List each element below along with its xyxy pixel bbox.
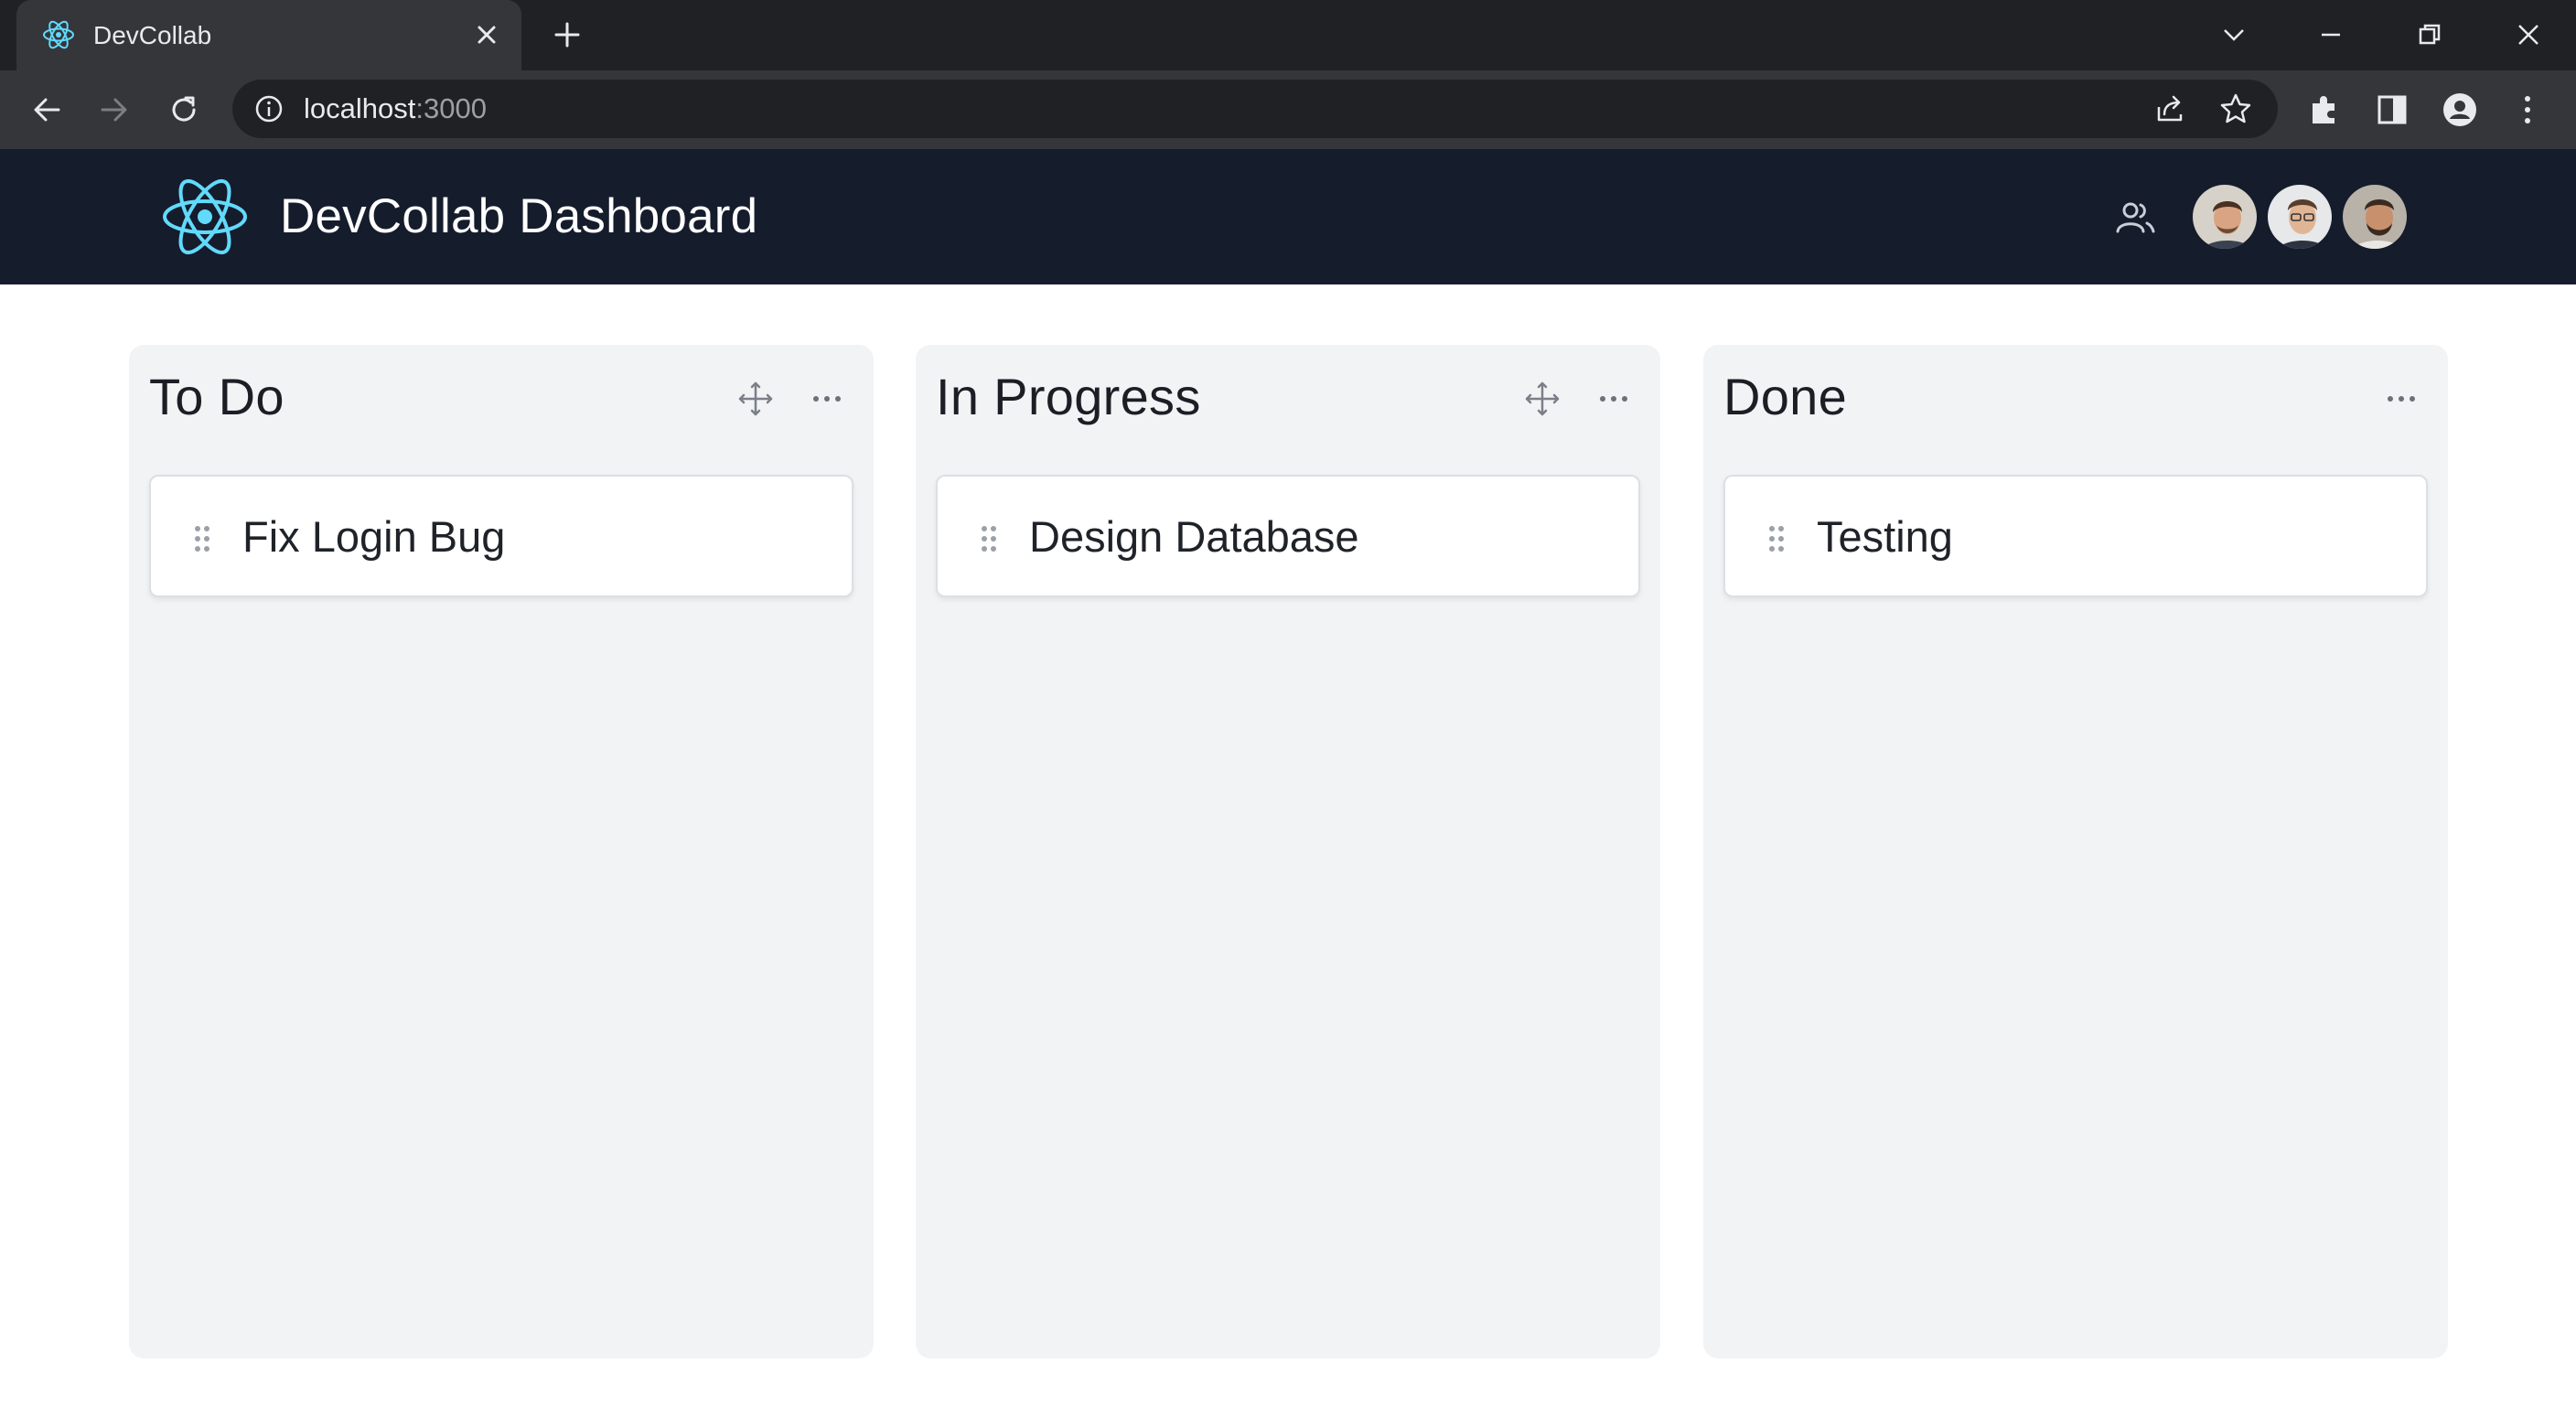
drag-handle-icon[interactable] [1767,524,1786,553]
react-atom-icon[interactable] [161,177,249,257]
avatar-user-3[interactable] [2340,182,2410,252]
app-title: DevCollab Dashboard [280,189,758,243]
browser-toolbar: localhost:3000 [0,70,2576,149]
column-todo: To Do Fix Login Bug [129,345,874,1358]
site-info-icon[interactable] [252,92,285,125]
avatar-portrait-icon [2193,185,2257,249]
move-icon[interactable] [1523,380,1562,418]
url-text: localhost:3000 [304,80,487,138]
reload-icon[interactable] [163,89,205,131]
avatar-portrait-icon [2343,185,2407,249]
url-host: localhost [304,92,416,124]
restore-icon[interactable] [2408,13,2452,57]
column-title: To Do [149,368,284,425]
move-icon[interactable] [736,380,775,418]
extensions-puzzle-icon[interactable] [2303,89,2345,131]
column-title: In Progress [936,368,1201,425]
profile-icon[interactable] [2439,89,2481,131]
tab-title: DevCollab [93,21,212,49]
avatar-user-2[interactable] [2265,182,2334,252]
react-favicon-icon [43,20,74,49]
new-tab-icon[interactable] [549,16,585,53]
back-arrow-icon[interactable] [26,89,68,131]
app-header: DevCollab Dashboard [0,149,2576,284]
address-bar[interactable]: localhost:3000 [232,80,2278,138]
task-card-title: Testing [1817,512,1953,561]
avatar-portrait-icon [2268,185,2332,249]
task-card[interactable]: Testing [1723,475,2428,597]
more-options-icon[interactable] [808,380,846,418]
task-card[interactable]: Fix Login Bug [149,475,853,597]
more-options-icon[interactable] [2382,380,2420,418]
kanban-board: To Do Fix Login Bug In Progress Design D… [0,284,2576,1405]
browser-menu-icon[interactable] [2506,89,2549,131]
drag-handle-icon[interactable] [980,524,998,553]
close-window-icon[interactable] [2506,13,2550,57]
task-card-title: Design Database [1029,512,1359,561]
share-icon[interactable] [2152,91,2188,127]
url-port: :3000 [415,92,487,124]
column-title: Done [1723,368,1848,425]
more-options-icon[interactable] [1594,380,1633,418]
browser-tab[interactable]: DevCollab [16,0,521,70]
drag-handle-icon[interactable] [193,524,211,553]
column-done: Done Testing [1703,345,2448,1358]
forward-arrow-icon[interactable] [93,89,135,131]
users-icon[interactable] [2113,195,2159,241]
browser-tab-strip: DevCollab [0,0,2576,70]
column-in-progress: In Progress Design Database [916,345,1660,1358]
avatar-user-1[interactable] [2190,182,2259,252]
side-panel-icon[interactable] [2371,89,2413,131]
task-card[interactable]: Design Database [936,475,1640,597]
task-card-title: Fix Login Bug [242,512,506,561]
bookmark-star-icon[interactable] [2217,91,2254,127]
tab-search-chevron-icon[interactable] [2212,13,2256,57]
close-tab-icon[interactable] [470,18,503,51]
minimize-icon[interactable] [2309,13,2353,57]
